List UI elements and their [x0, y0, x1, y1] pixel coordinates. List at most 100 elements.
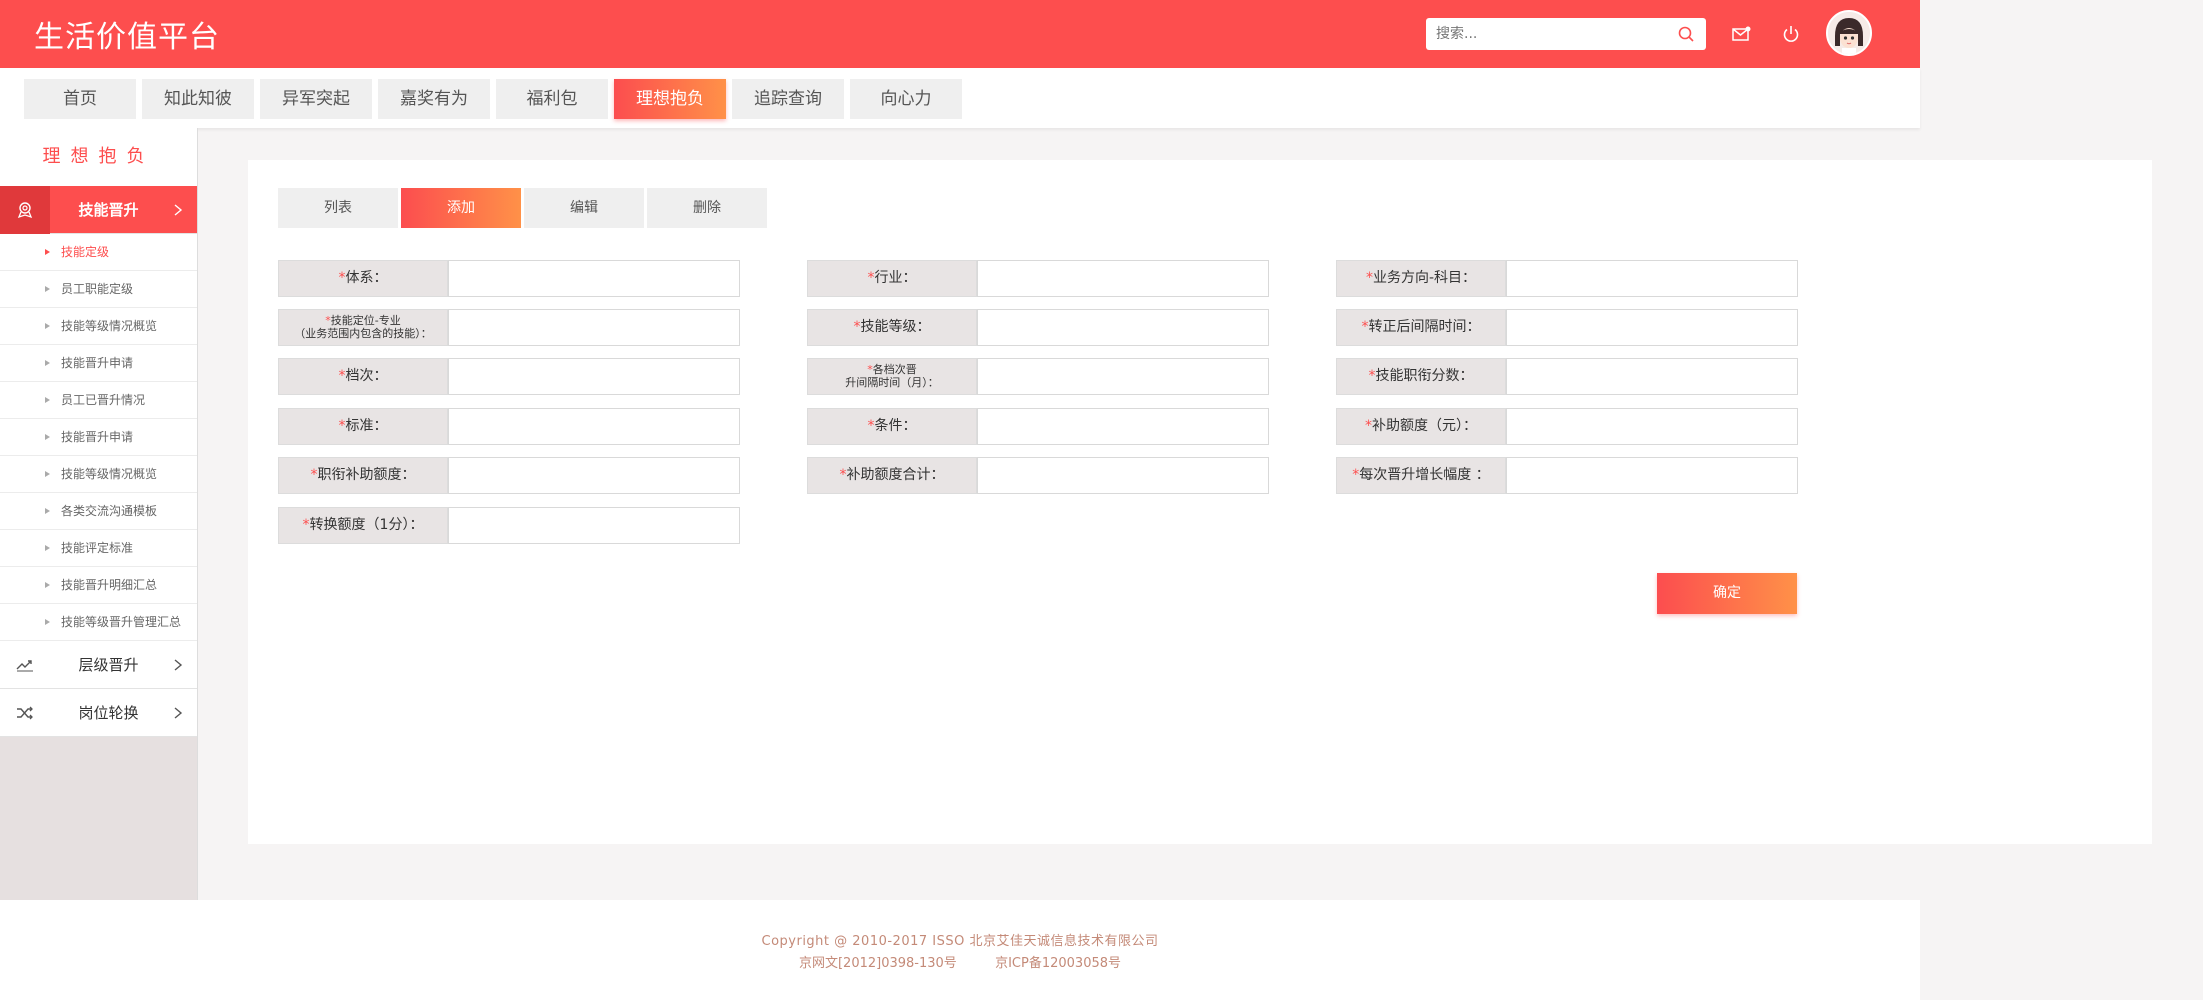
- chevron-right-icon: [174, 204, 183, 216]
- condition-input[interactable]: [977, 408, 1269, 445]
- grade-interval-input[interactable]: [977, 358, 1269, 395]
- icp-license-1: 京网文[2012]0398-130号: [798, 956, 957, 971]
- regularization-interval-input[interactable]: [1506, 309, 1798, 346]
- sidebar-item-label: 技能晋升申请: [61, 430, 134, 444]
- field-grade-interval: *各档次晋 升间隔时间（月）：: [807, 358, 1269, 395]
- promotion-growth-input[interactable]: [1506, 457, 1798, 494]
- nav-fulibao[interactable]: 福利包: [496, 79, 608, 119]
- field-label-text: 条件：: [874, 418, 917, 435]
- sidebar-item[interactable]: 技能等级情况概览: [0, 308, 197, 345]
- field-subsidy-amount: *补助额度（元）：: [1336, 408, 1798, 445]
- avatar[interactable]: [1826, 10, 1872, 56]
- search-icon[interactable]: [1678, 26, 1694, 42]
- required-mark: *: [338, 270, 346, 287]
- search-box: [1426, 18, 1706, 50]
- sidebar-item[interactable]: 技能晋升明细汇总: [0, 567, 197, 604]
- tab-edit[interactable]: 编辑: [524, 188, 644, 228]
- sidebar-item-label: 技能评定标准: [61, 541, 134, 555]
- conversion-amount-input[interactable]: [448, 507, 740, 544]
- sidebar-item-label: 各类交流沟通模板: [61, 504, 158, 518]
- tab-delete[interactable]: 删除: [647, 188, 767, 228]
- field-label-text: 标准：: [345, 418, 388, 435]
- standard-input[interactable]: [448, 408, 740, 445]
- required-mark: *: [338, 418, 346, 435]
- industry-input[interactable]: [977, 260, 1269, 297]
- title-score-input[interactable]: [1506, 358, 1798, 395]
- required-mark: *: [310, 467, 318, 484]
- triangle-bullet-icon: [45, 545, 50, 551]
- sidebar-group-level-promotion[interactable]: 层级晋升: [0, 641, 197, 689]
- field-skill-level: *技能等级：: [807, 309, 1269, 346]
- grade-input[interactable]: [448, 358, 740, 395]
- sidebar-group-label: 技能晋升: [78, 201, 139, 219]
- system-input[interactable]: [448, 260, 740, 297]
- nav-jiajiangyouwei[interactable]: 嘉奖有为: [378, 79, 490, 119]
- skill-level-input[interactable]: [977, 309, 1269, 346]
- copyright-text: Copyright @ 2010-2017 ISSO 北京艾佳天诚信息技术有限公…: [761, 934, 1159, 949]
- tab-add[interactable]: 添加: [401, 188, 521, 228]
- title-subsidy-input[interactable]: [448, 457, 740, 494]
- sidebar: 理想抱负 技能晋升 技能定级 员工职能定级 技能等级情况概览 技能晋升申请 员工…: [0, 128, 198, 900]
- sidebar-item[interactable]: 技能等级晋升管理汇总: [0, 604, 197, 641]
- subsidy-total-input[interactable]: [977, 457, 1269, 494]
- triangle-bullet-icon: [45, 249, 50, 255]
- sidebar-item[interactable]: 技能晋升申请: [0, 345, 197, 382]
- field-subsidy-total: *补助额度合计：: [807, 457, 1269, 494]
- field-promotion-growth: *每次晋升增长幅度 ：: [1336, 457, 1798, 494]
- nav-zhicizhibi[interactable]: 知此知彼: [142, 79, 254, 119]
- field-label-text: 技能职衔分数：: [1375, 368, 1474, 385]
- avatar-image: [1828, 12, 1870, 54]
- sidebar-item-skill-rating[interactable]: 技能定级: [0, 234, 197, 271]
- triangle-bullet-icon: [45, 619, 50, 625]
- nav-xiangxinli[interactable]: 向心力: [850, 79, 962, 119]
- required-mark: *: [302, 517, 310, 534]
- power-icon[interactable]: [1781, 24, 1801, 44]
- sidebar-group-label: 层级晋升: [78, 656, 139, 674]
- required-mark: *: [839, 467, 847, 484]
- field-label: *各档次晋 升间隔时间（月）：: [807, 358, 977, 395]
- skill-positioning-input[interactable]: [448, 309, 740, 346]
- sidebar-item[interactable]: 技能评定标准: [0, 530, 197, 567]
- sidebar-group-label: 岗位轮换: [78, 704, 139, 722]
- confirm-button[interactable]: 确定: [1657, 573, 1797, 614]
- field-label-text: 补助额度合计：: [846, 467, 945, 484]
- sidebar-item[interactable]: 各类交流沟通模板: [0, 493, 197, 530]
- field-system: *体系：: [278, 260, 740, 297]
- sidebar-group-skill-promotion[interactable]: 技能晋升: [0, 186, 197, 234]
- tab-list[interactable]: 列表: [278, 188, 398, 228]
- nav-zhuizongchaxun[interactable]: 追踪查询: [732, 79, 844, 119]
- sidebar-item-label: 技能晋升明细汇总: [61, 578, 158, 592]
- app-logo[interactable]: 生活价值平台: [34, 12, 220, 56]
- sidebar-item-label: 技能等级情况概览: [61, 319, 158, 333]
- sidebar-item[interactable]: 技能晋升申请: [0, 419, 197, 456]
- field-label: *标准：: [278, 408, 448, 445]
- sidebar-item[interactable]: 员工职能定级: [0, 271, 197, 308]
- field-label: *行业：: [807, 260, 977, 297]
- required-mark: *: [338, 368, 346, 385]
- required-mark: *: [1365, 270, 1373, 287]
- field-condition: *条件：: [807, 408, 1269, 445]
- field-label: *补助额度合计：: [807, 457, 977, 494]
- icp-line: 京网文[2012]0398-130号 京ICP备12003058号: [0, 952, 1920, 971]
- mail-icon[interactable]: [1731, 24, 1751, 44]
- business-direction-input[interactable]: [1506, 260, 1798, 297]
- sidebar-item[interactable]: 员工已晋升情况: [0, 382, 197, 419]
- required-mark: *: [867, 418, 875, 435]
- sidebar-item-label: 技能等级情况概览: [61, 467, 158, 481]
- sidebar-item[interactable]: 技能等级情况概览: [0, 456, 197, 493]
- field-skill-positioning: *技能定位-专业 （业务范围内包含的技能）：: [278, 309, 740, 346]
- nav-home[interactable]: 首页: [24, 79, 136, 119]
- nav-yijuntuqi[interactable]: 异军突起: [260, 79, 372, 119]
- nav-lixiangbaofu[interactable]: 理想抱负: [614, 79, 726, 119]
- field-label: *职衔补助额度：: [278, 457, 448, 494]
- search-input[interactable]: [1426, 18, 1666, 50]
- required-mark: *: [1365, 418, 1372, 435]
- triangle-bullet-icon: [45, 323, 50, 329]
- field-label-text: 转正后间隔时间：: [1368, 319, 1481, 336]
- field-grade: *档次：: [278, 358, 740, 395]
- sidebar-group-job-rotation[interactable]: 岗位轮换: [0, 689, 197, 737]
- subsidy-amount-input[interactable]: [1506, 408, 1798, 445]
- field-title-score: *技能职衔分数：: [1336, 358, 1798, 395]
- chevron-right-icon: [174, 659, 183, 671]
- required-mark: *: [1361, 319, 1369, 336]
